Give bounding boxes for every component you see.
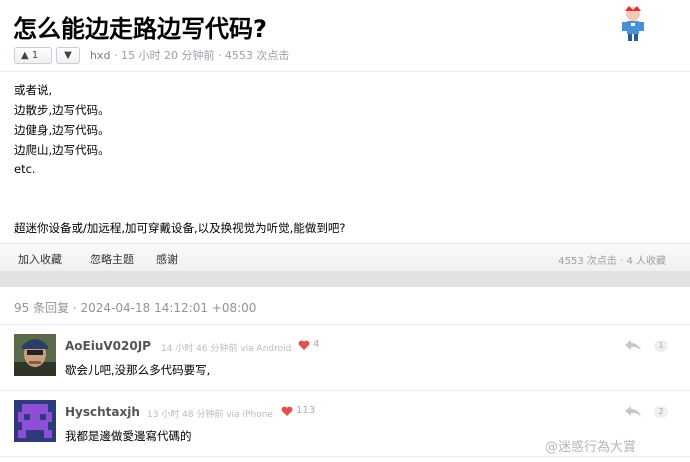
watermark: @迷惑行為大賞 (545, 440, 637, 455)
topic-content: 或者说, 边散步,边写代码。 边健身,边写代码。 边爬山,边写代码。 etc. … (0, 72, 690, 243)
topic-title: 怎么能边走路边写代码? (13, 15, 267, 43)
upvote-count: 1 (31, 50, 39, 61)
topic-stats: 4553 次点击 · 4 人收藏 (558, 256, 666, 267)
reply-summary: 95 条回复 · 2024-04-18 14:12:01 +08:00 (14, 301, 257, 315)
reply-username[interactable]: AoEiuV020JP (65, 339, 151, 353)
reply-time: 13 小时 48 分钟前 via iPhone (147, 410, 273, 420)
topic-meta: hxd · 15 小时 20 分钟前 · 4553 次点击 (90, 47, 289, 64)
reply-time: 14 小时 46 分钟前 via Android (161, 344, 292, 354)
reply-username[interactable]: Hyschtaxjh (65, 405, 140, 419)
reply-arrow-icon[interactable] (624, 405, 642, 419)
topic-box: 怎么能边走路边写代码? ▲ 1 ▼ hxd · 15 小时 20 分钟前 · 4… (0, 0, 690, 272)
content-line: etc. (14, 162, 36, 176)
topic-meta-text: · 15 小时 20 分钟前 · 4553 次点击 (110, 49, 290, 62)
upvote-arrow-icon: ▲ (21, 50, 29, 61)
heart-icon (281, 406, 293, 416)
floor-number: 1 (654, 340, 668, 352)
reply-text: 我都是邊做愛邊寫代碼的 (65, 429, 192, 443)
author-avatar[interactable] (616, 4, 650, 42)
content-line: 边健身,边写代码。 (14, 123, 110, 137)
like-count: 113 (296, 405, 316, 416)
user-avatar[interactable] (14, 400, 56, 442)
downvote-arrow-icon: ▼ (64, 50, 72, 61)
reply-arrow-icon[interactable] (624, 339, 642, 353)
content-line: 边爬山,边写代码。 (14, 143, 110, 157)
content-line: 边散步,边写代码。 (14, 103, 110, 117)
content-line: 超迷你设备或/加远程,加可穿戴设备,以及换视觉为听觉,能做到吧? (14, 221, 346, 235)
favorite-button[interactable]: 加入收藏 (18, 251, 62, 267)
floor-number: 2 (654, 406, 668, 418)
reply-item: AoEiuV020JP 14 小时 46 分钟前 via Android 4 歇… (0, 325, 690, 391)
reply-text: 歇会儿吧,没那么多代码要写, (65, 363, 211, 377)
ignore-topic-button[interactable]: 忽略主题 (90, 251, 134, 267)
replies-header: 95 条回复 · 2024-04-18 14:12:01 +08:00 (0, 287, 690, 325)
thank-button[interactable]: 感谢 (156, 251, 178, 267)
heart-icon (298, 340, 310, 350)
user-avatar[interactable] (14, 334, 56, 376)
upvote-button[interactable]: ▲ 1 (14, 47, 52, 64)
author-link[interactable]: hxd (90, 49, 110, 62)
downvote-button[interactable]: ▼ (56, 47, 80, 64)
content-line: 或者说, (14, 83, 53, 97)
topic-header: 怎么能边走路边写代码? ▲ 1 ▼ hxd · 15 小时 20 分钟前 · 4… (0, 0, 690, 72)
topic-footer: 加入收藏 忽略主题 感谢 4553 次点击 · 4 人收藏 (0, 243, 690, 271)
like-count: 4 (313, 339, 320, 350)
